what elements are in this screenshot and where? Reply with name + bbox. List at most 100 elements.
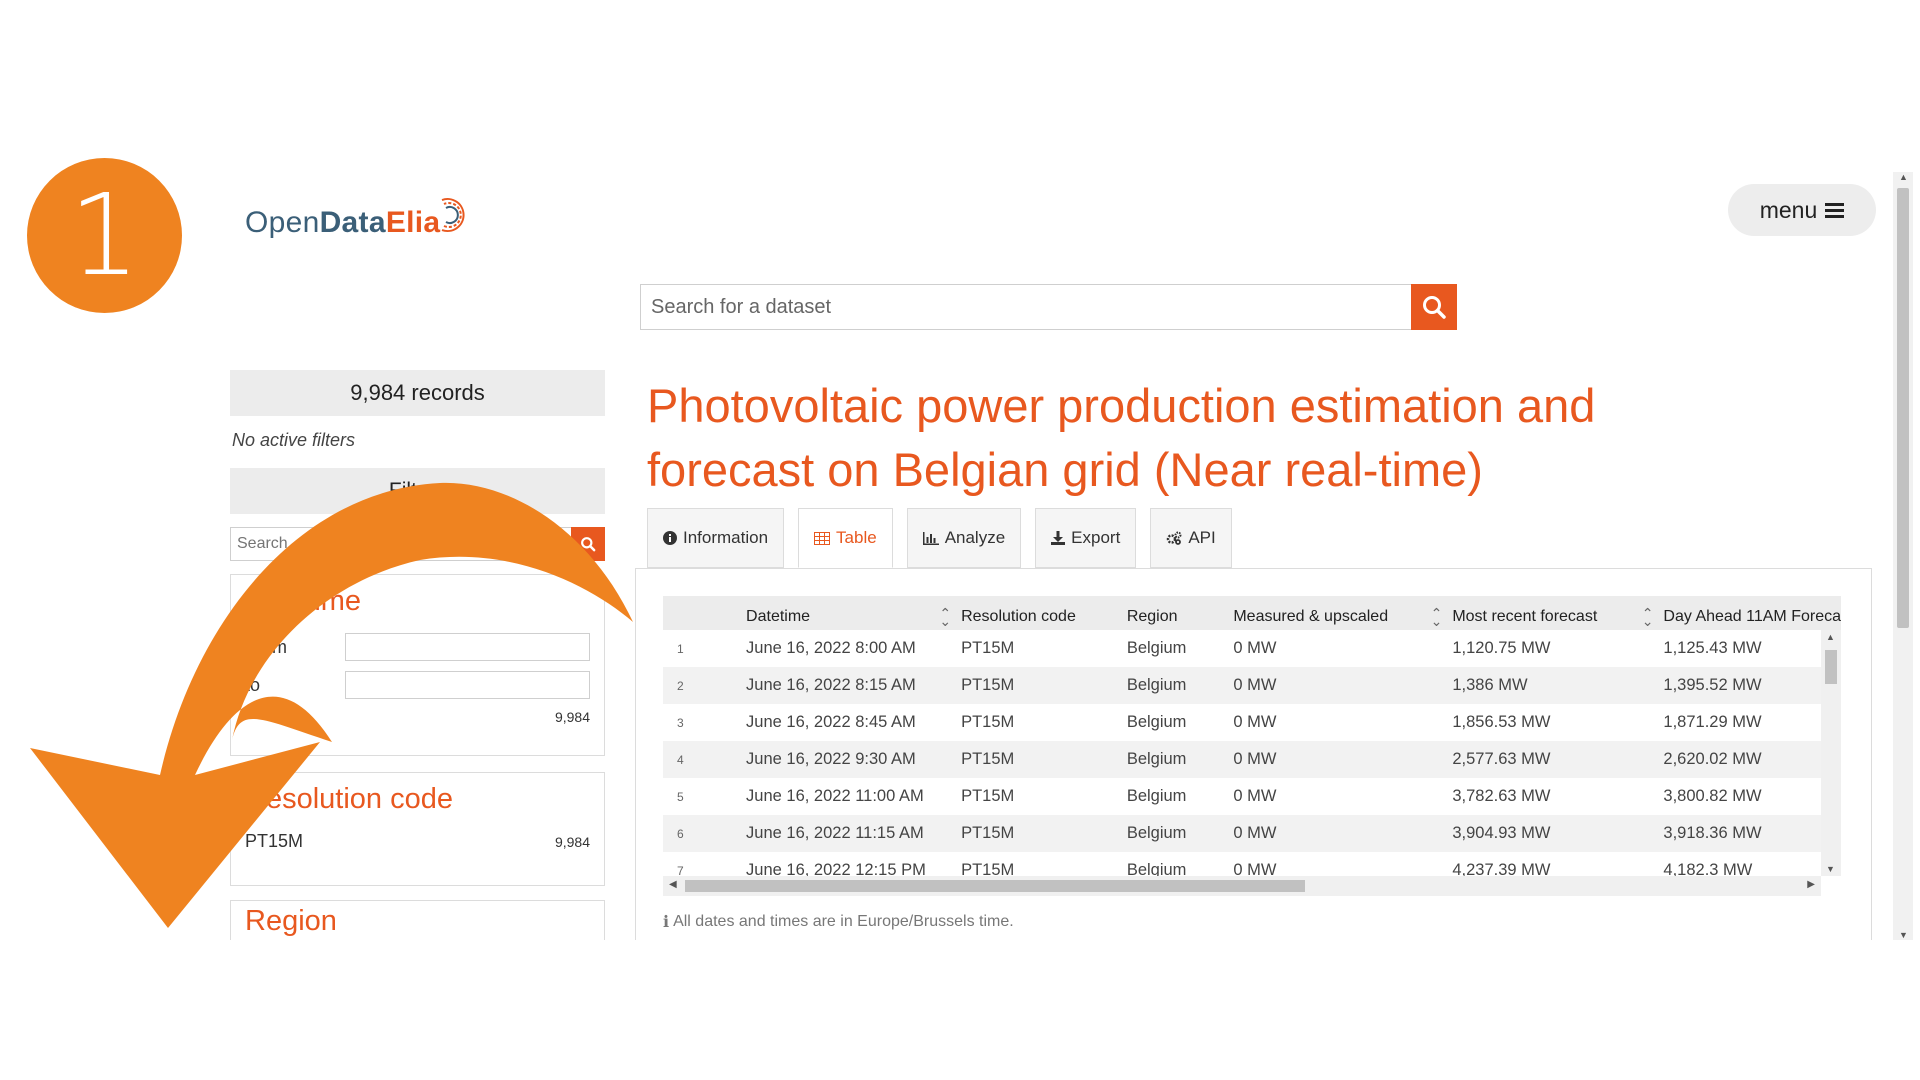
chart-icon (922, 531, 939, 545)
facet-count: 9,984 (554, 833, 590, 850)
table-cell: 0 MW (1233, 713, 1277, 731)
logo-arcs-icon (442, 198, 465, 232)
column-header-most-recent-forecast[interactable]: Most recent forecast ⌃ ⌄ (1452, 605, 1663, 629)
page-scrollbar[interactable]: ▲ ▼ (1893, 172, 1913, 940)
dataset-title: Photovoltaic power production estimation… (647, 379, 1596, 496)
filter-search-button[interactable] (571, 527, 605, 561)
active-filters-status: No active filters (232, 430, 356, 450)
table-cell: June 16, 2022 8:45 AM (746, 713, 916, 731)
row-number: 3 (677, 715, 684, 730)
tab-information[interactable]: Information (647, 508, 785, 568)
table-cell: 0 MW (1233, 639, 1277, 657)
opendata-elia-logo[interactable]: OpenDataElia (245, 190, 470, 240)
table-row[interactable]: 3 June 16, 2022 8:45 AM PT15M Belgium 0 MW 1,… (663, 704, 1841, 741)
search-icon (1423, 296, 1446, 319)
table-row[interactable]: 6 June 16, 2022 11:15 AM PT15M Belgium 0 MW 3… (663, 815, 1841, 852)
date-from-input[interactable] (345, 633, 590, 661)
table-cell: PT15M (961, 639, 1015, 657)
table-cell: Belgium (1126, 676, 1187, 694)
table-cell: 1,386 MW (1452, 676, 1528, 694)
logo-elia: Elia (385, 206, 441, 239)
records-table: Datetime ⌃ ⌄ Resolution code Region Measur… (663, 596, 1841, 896)
table-cell: 1,395.52 MW (1663, 676, 1762, 694)
facet-resolution-title: Resolution code (245, 783, 453, 815)
column-header-resolution[interactable]: Resolution code (961, 608, 1127, 626)
table-cell: PT15M (961, 824, 1015, 842)
facet-region-title: Region (245, 905, 337, 937)
table-cell: 1,125.43 MW (1663, 639, 1762, 657)
dataset-tabs: Information Table Analyze Export API (647, 508, 1232, 568)
table-vertical-scrollbar[interactable]: ▲ ▼ (1821, 630, 1841, 876)
tab-analyze[interactable]: Analyze (906, 508, 1022, 568)
table-row[interactable]: 4 June 16, 2022 9:30 AM PT15M Belgium 0 MW 2,… (663, 741, 1841, 778)
table-header: Datetime ⌃ ⌄ Resolution code Region Measur… (663, 596, 1841, 630)
column-header-day-ahead[interactable]: Day Ahead 11AM Forecast (1663, 608, 1841, 626)
dataset-search-button[interactable] (1411, 284, 1457, 330)
dataset-search-input[interactable] (640, 284, 1411, 330)
tab-label: Analyze (944, 528, 1006, 547)
table-cell: Belgium (1126, 750, 1187, 768)
row-number: 5 (677, 789, 684, 804)
facet-value-label: PT15M (245, 831, 304, 851)
table-cell: 3,904.93 MW (1452, 824, 1551, 842)
column-header-datetime[interactable]: Datetime ⌃ ⌄ (746, 605, 961, 629)
scroll-up-icon[interactable]: ▲ (1899, 172, 1908, 182)
table-row[interactable]: 2 June 16, 2022 8:15 AM PT15M Belgium 0 MW 1,… (663, 667, 1841, 704)
tab-api[interactable]: API (1150, 508, 1232, 568)
column-header-region[interactable]: Region (1127, 608, 1234, 626)
facet-value-pt15m[interactable]: PT15M 9,984 (231, 826, 604, 857)
tab-export[interactable]: Export (1035, 508, 1137, 568)
facet-datetime-year[interactable]: 9,984 (231, 704, 604, 730)
scroll-down-icon[interactable]: ▼ (1899, 930, 1908, 940)
table-cell: PT15M (961, 787, 1015, 805)
tab-table[interactable]: Table (798, 508, 893, 568)
table-cell: 3,800.82 MW (1663, 787, 1762, 805)
table-cell: 2,577.63 MW (1452, 750, 1551, 768)
sort-icon: ⌃ ⌄ (1641, 605, 1654, 629)
table-row[interactable]: 5 June 16, 2022 11:00 AM PT15M Belgium 0 MW 3… (663, 778, 1841, 815)
table-cell: June 16, 2022 8:15 AM (746, 676, 916, 694)
table-cell: June 16, 2022 8:00 AM (746, 639, 916, 657)
menu-button[interactable]: menu (1728, 184, 1876, 236)
date-to-input[interactable] (345, 671, 590, 699)
table-cell: 0 MW (1233, 676, 1277, 694)
info-icon (663, 531, 677, 545)
step-number-badge: 1 (27, 158, 182, 313)
facet-count: 9,984 (554, 709, 590, 725)
table-cell: June 16, 2022 11:00 AM (746, 787, 924, 805)
scroll-down-icon[interactable]: ▼ (1826, 864, 1835, 874)
dataset-search (640, 284, 1457, 330)
sort-icon: ⌃ ⌄ (939, 605, 952, 629)
tab-label: Information (683, 528, 769, 547)
scroll-up-icon[interactable]: ▲ (1826, 632, 1835, 642)
facet-datetime-title: Datetime (245, 585, 362, 617)
table-cell: 0 MW (1233, 824, 1277, 842)
table-icon (814, 531, 831, 545)
table-cell: Belgium (1126, 713, 1187, 731)
table-body: 1 June 16, 2022 8:00 AM PT15M Belgium 0 MW 1,… (663, 630, 1841, 889)
download-icon (1051, 531, 1066, 545)
tab-label: Table (836, 528, 877, 547)
logo-open: Open (245, 206, 320, 239)
table-cell: Belgium (1126, 824, 1187, 842)
table-cell: June 16, 2022 11:15 AM (746, 824, 924, 842)
scroll-left-icon[interactable]: ◀ (669, 879, 677, 890)
tab-label: Export (1071, 528, 1121, 547)
tab-label: API (1188, 528, 1216, 547)
scroll-right-icon[interactable]: ▶ (1807, 879, 1815, 890)
table-cell: 1,856.53 MW (1452, 713, 1551, 731)
filters-heading: Filters (230, 468, 605, 514)
row-number: 4 (677, 752, 684, 767)
row-number: 6 (677, 826, 684, 841)
filter-search-input[interactable] (230, 527, 571, 561)
table-cell: 1,871.29 MW (1663, 713, 1762, 731)
sort-icon: ⌃ ⌄ (1430, 605, 1443, 629)
facet-datetime: Datetime From to 9,984 (230, 574, 605, 756)
records-count: 9,984 records (230, 370, 605, 416)
to-label: to (245, 674, 261, 695)
table-horizontal-scrollbar[interactable]: ◀ ▶ (663, 876, 1821, 896)
facet-resolution-code: Resolution code PT15M 9,984 (230, 772, 605, 886)
table-row[interactable]: 1 June 16, 2022 8:00 AM PT15M Belgium 0 MW 1,… (663, 630, 1841, 667)
column-header-measured[interactable]: Measured & upscaled ⌃ ⌄ (1233, 605, 1452, 629)
logo-data: Data (319, 206, 386, 239)
